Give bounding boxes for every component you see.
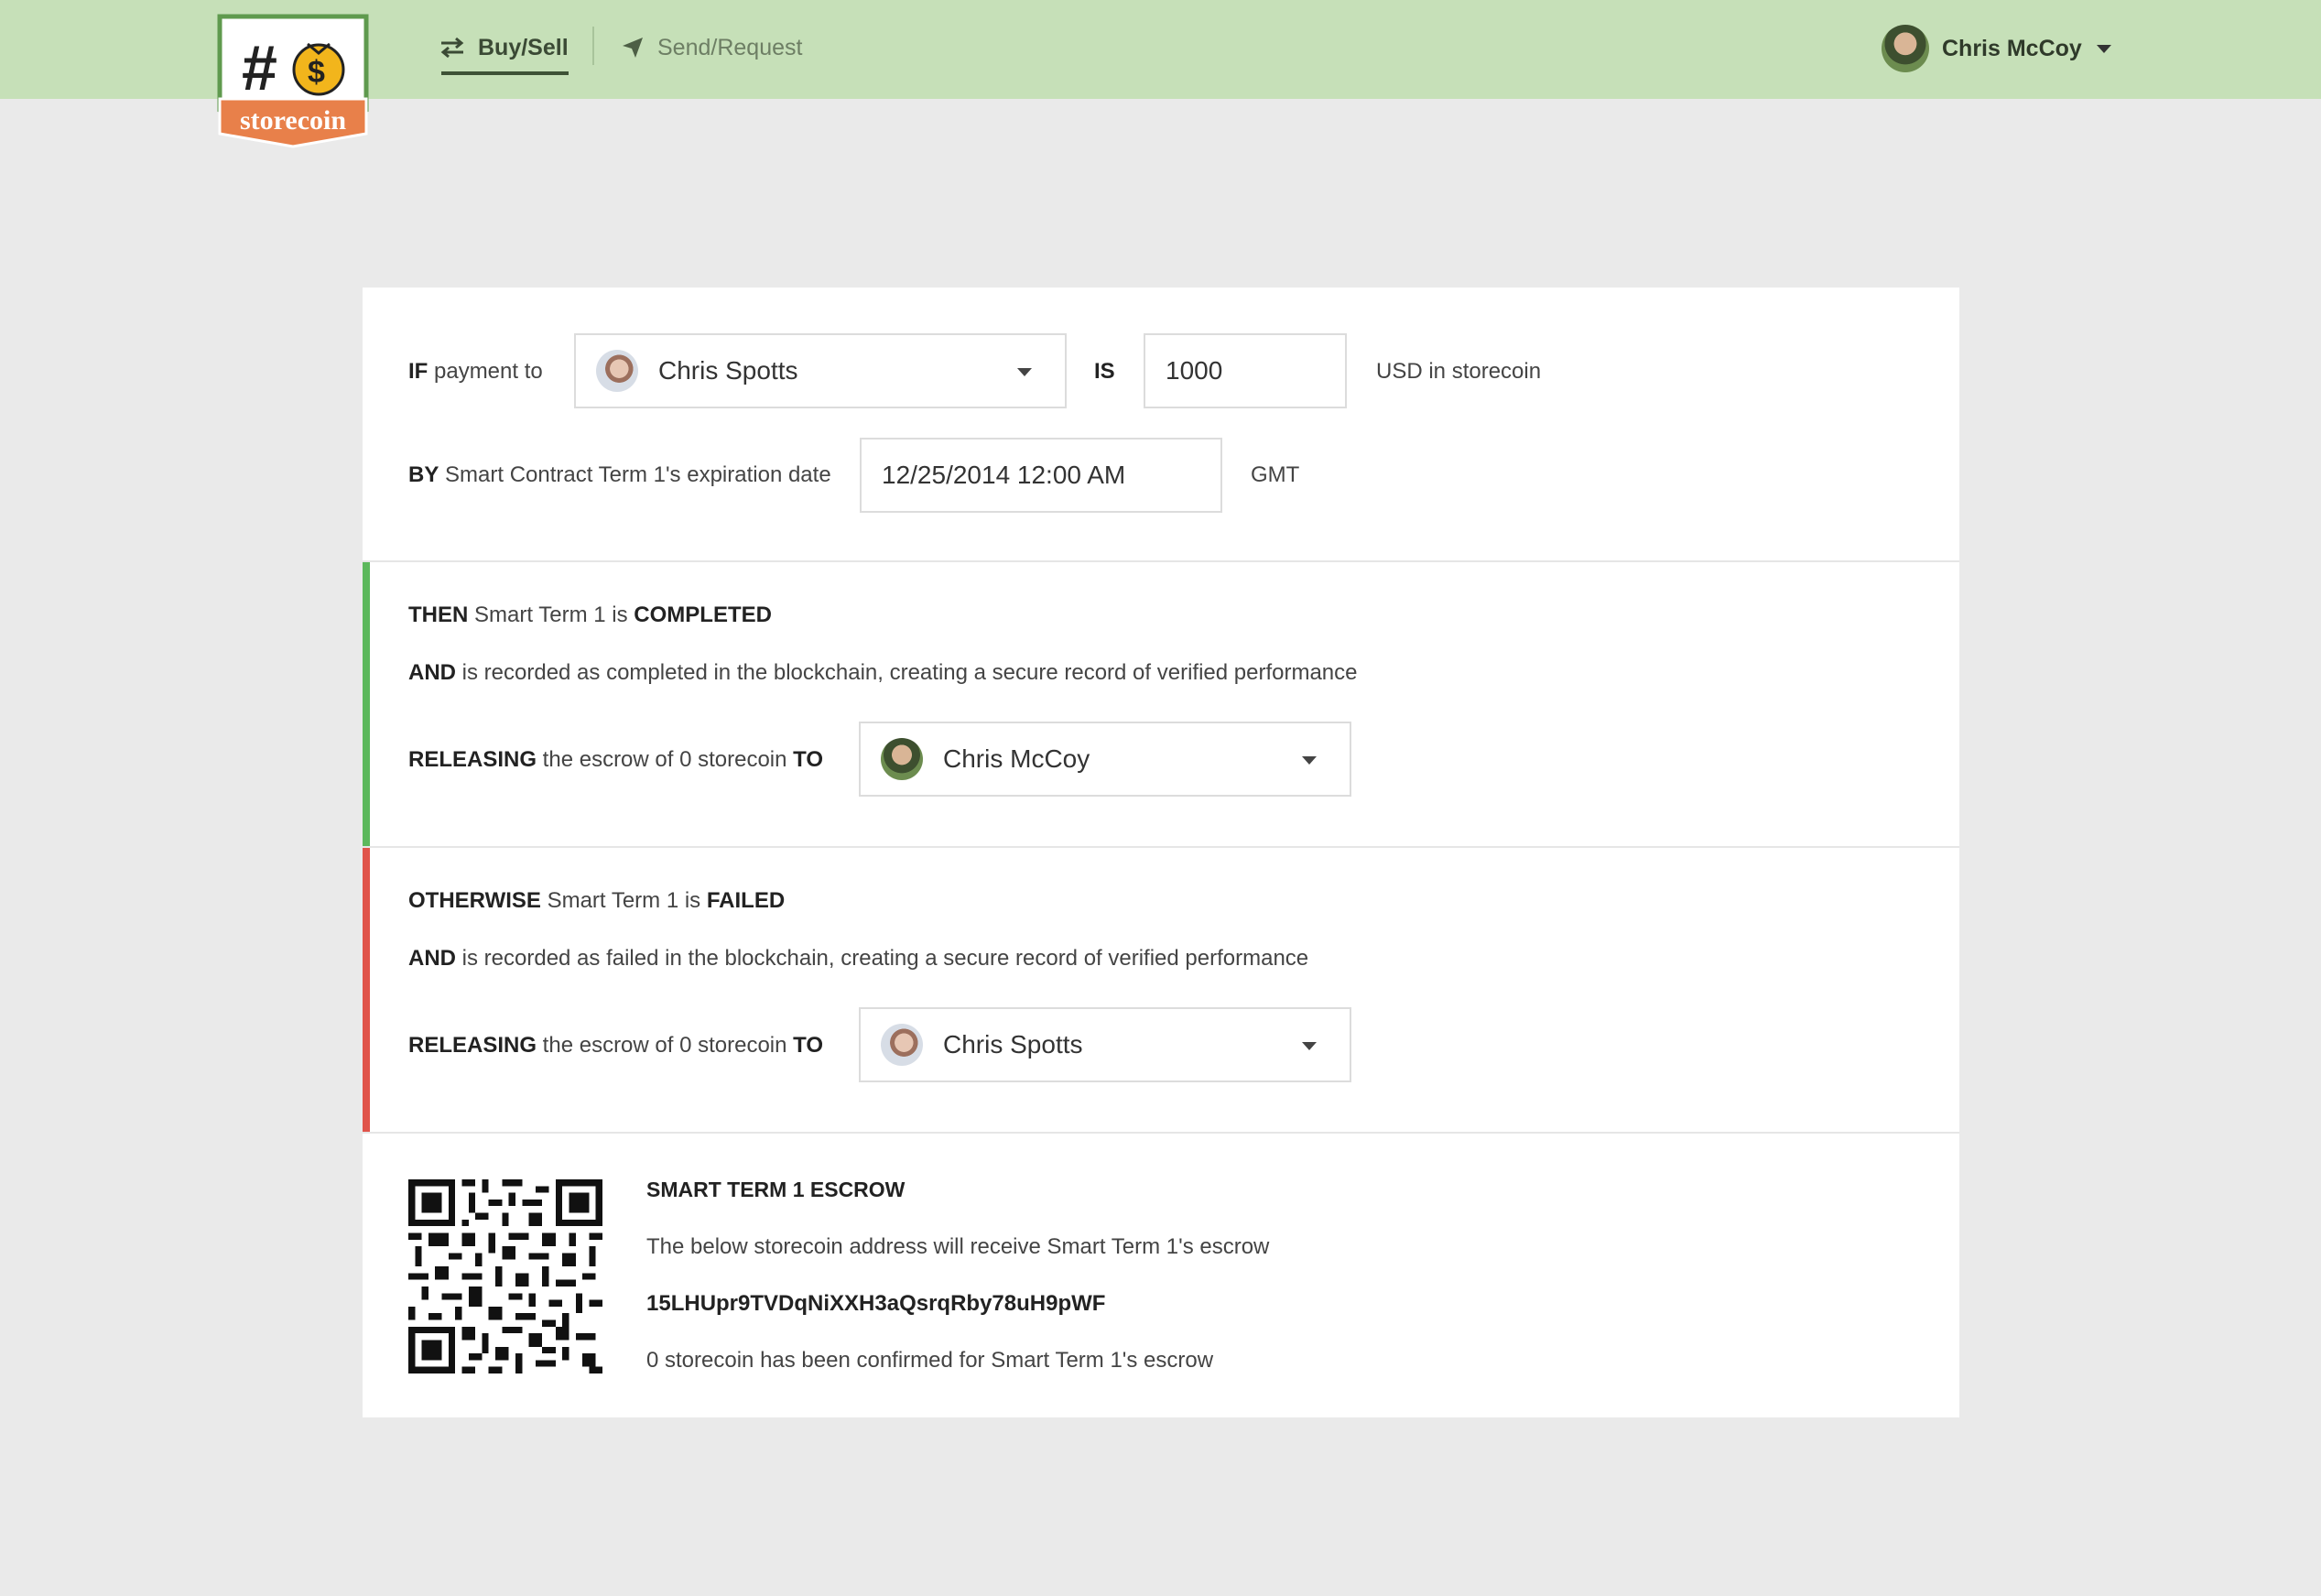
- qr-code-icon: [408, 1179, 602, 1373]
- user-name: Chris McCoy: [1942, 35, 2082, 61]
- otherwise-and-text: AND is recorded as failed in the blockch…: [408, 946, 1309, 971]
- active-tab-indicator: [441, 71, 569, 75]
- caret-down-icon: [1017, 368, 1032, 376]
- if-label: IF payment to: [408, 359, 543, 384]
- if-section: IF payment to Chris Spotts IS 1000 USD i…: [363, 288, 1959, 560]
- caret-down-icon: [1302, 1042, 1317, 1050]
- otherwise-heading: OTHERWISE Smart Term 1 is FAILED: [408, 888, 786, 913]
- smart-contract-card: IF payment to Chris Spotts IS 1000 USD i…: [363, 288, 1959, 1417]
- escrow-section: SMART TERM 1 ESCROW The below storecoin …: [363, 1132, 1959, 1419]
- recipient-name: Chris Spotts: [943, 1030, 1083, 1059]
- expiration-date-input[interactable]: 12/25/2014 12:00 AM: [860, 438, 1222, 513]
- nav-buy-sell[interactable]: Buy/Sell: [439, 27, 569, 75]
- amount-value: 1000: [1166, 356, 1223, 385]
- user-avatar: [1882, 25, 1929, 72]
- currency-label: USD in storecoin: [1376, 359, 1542, 384]
- svg-text:$: $: [308, 55, 325, 90]
- escrow-title: SMART TERM 1 ESCROW: [646, 1178, 906, 1201]
- then-heading: THEN Smart Term 1 is COMPLETED: [408, 603, 772, 627]
- completed-recipient-select[interactable]: Chris McCoy: [859, 722, 1351, 797]
- payee-name: Chris Spotts: [658, 356, 798, 385]
- nav-send-request[interactable]: Send/Request: [621, 27, 802, 68]
- storecoin-logo[interactable]: # $ storecoin: [216, 13, 370, 148]
- recipient-avatar: [881, 1024, 923, 1066]
- nav-divider: [592, 27, 594, 65]
- top-navigation-bar: # $ storecoin Buy/Sell Send/Request Chri…: [0, 0, 2321, 148]
- expiration-date-value: 12/25/2014 12:00 AM: [882, 461, 1126, 489]
- then-completed-section: THEN Smart Term 1 is COMPLETED AND is re…: [363, 560, 1959, 848]
- is-label: IS: [1094, 359, 1115, 384]
- svg-text:#: #: [242, 32, 277, 103]
- payee-avatar: [596, 350, 638, 392]
- otherwise-failed-section: OTHERWISE Smart Term 1 is FAILED AND is …: [363, 846, 1959, 1134]
- timezone-label: GMT: [1251, 462, 1300, 487]
- escrow-description: The below storecoin address will receive…: [646, 1234, 1270, 1259]
- amount-input[interactable]: 1000: [1144, 333, 1347, 408]
- nav-send-request-label: Send/Request: [657, 34, 803, 60]
- then-and-text: AND is recorded as completed in the bloc…: [408, 660, 1358, 685]
- recipient-name: Chris McCoy: [943, 744, 1090, 773]
- failed-recipient-select[interactable]: Chris Spotts: [859, 1007, 1351, 1082]
- escrow-address: 15LHUpr9TVDqNiXXH3aQsrqRby78uH9pWF: [646, 1291, 1106, 1316]
- by-label: BY Smart Contract Term 1's expiration da…: [408, 462, 831, 487]
- payee-select[interactable]: Chris Spotts: [574, 333, 1067, 408]
- user-menu[interactable]: Chris McCoy: [1882, 25, 2111, 72]
- paper-plane-icon: [623, 38, 643, 58]
- caret-down-icon: [1302, 756, 1317, 765]
- escrow-confirmed-text: 0 storecoin has been confirmed for Smart…: [646, 1348, 1214, 1373]
- arrows-exchange-icon: [440, 37, 464, 59]
- otherwise-releasing-text: RELEASING the escrow of 0 storecoin TO: [408, 1033, 824, 1058]
- logo-text: storecoin: [240, 105, 346, 136]
- caret-down-icon: [2096, 44, 2111, 53]
- then-releasing-text: RELEASING the escrow of 0 storecoin TO: [408, 747, 824, 772]
- recipient-avatar: [881, 738, 923, 780]
- nav-buy-sell-label: Buy/Sell: [478, 34, 569, 60]
